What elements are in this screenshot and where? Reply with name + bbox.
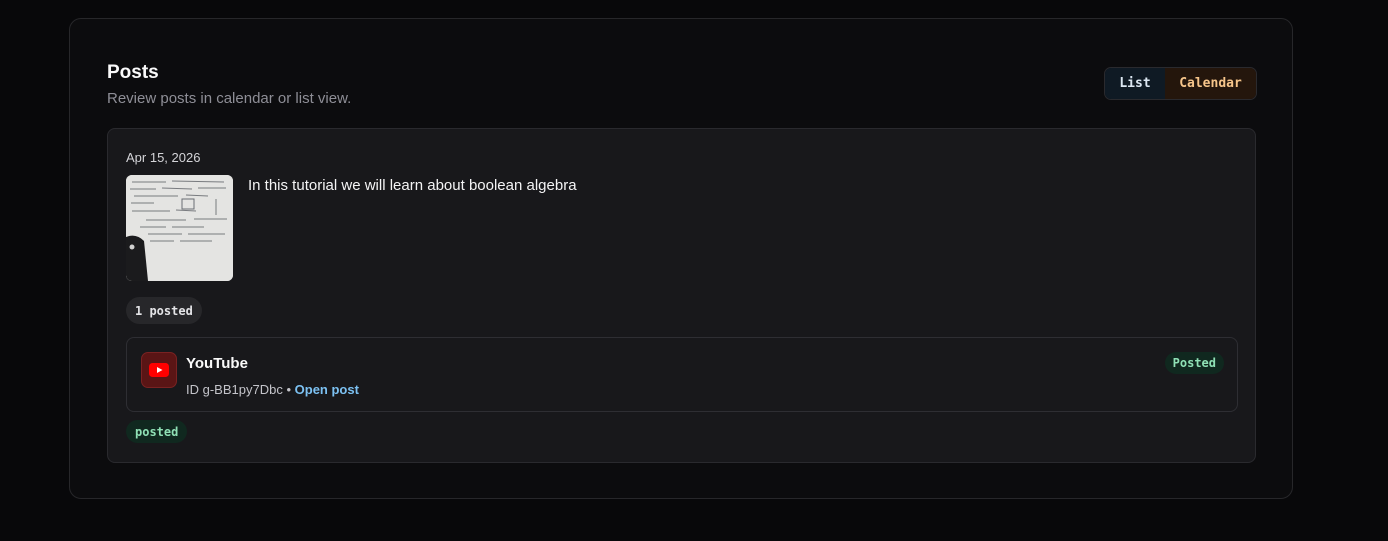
view-list-button[interactable]: List <box>1105 68 1165 99</box>
post-caption: In this tutorial we will learn about boo… <box>248 177 577 194</box>
post-card: Apr 15, 2026 In this tutorial we will le… <box>107 128 1256 463</box>
post-state-tag: posted <box>126 420 188 443</box>
video-thumbnail[interactable] <box>126 175 233 281</box>
view-toggle: List Calendar <box>1104 67 1257 100</box>
posted-count-badge: 1 posted <box>126 297 202 324</box>
meta-separator: • <box>286 382 292 397</box>
whiteboard-thumbnail-image <box>126 175 233 281</box>
post-date: Apr 15, 2026 <box>126 150 201 165</box>
view-calendar-button[interactable]: Calendar <box>1165 68 1256 99</box>
page-title: Posts <box>107 62 159 83</box>
platform-name: YouTube <box>186 355 248 372</box>
platform-meta: ID g-BB1py7Dbc • Open post <box>186 382 359 397</box>
status-badge: Posted <box>1164 352 1224 374</box>
open-post-link[interactable]: Open post <box>295 382 359 397</box>
post-id: ID g-BB1py7Dbc <box>186 382 283 397</box>
page-subtitle: Review posts in calendar or list view. <box>107 90 352 107</box>
posts-panel: Posts Review posts in calendar or list v… <box>69 18 1293 499</box>
youtube-icon <box>141 352 177 388</box>
platform-row-youtube: YouTube ID g-BB1py7Dbc • Open post Poste… <box>126 337 1238 412</box>
